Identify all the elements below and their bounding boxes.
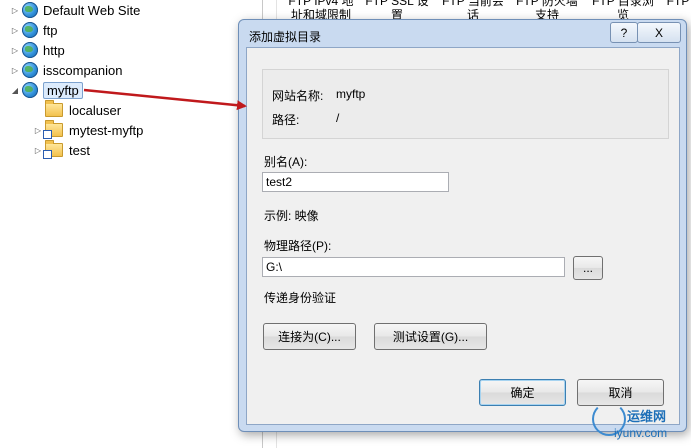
watermark-url: iyunv.com bbox=[614, 426, 668, 440]
watermark-title: 运维网 bbox=[627, 409, 667, 424]
annotation-arrow bbox=[83, 88, 247, 111]
watermark-logo: 运维网 iyunv.com bbox=[592, 398, 691, 448]
